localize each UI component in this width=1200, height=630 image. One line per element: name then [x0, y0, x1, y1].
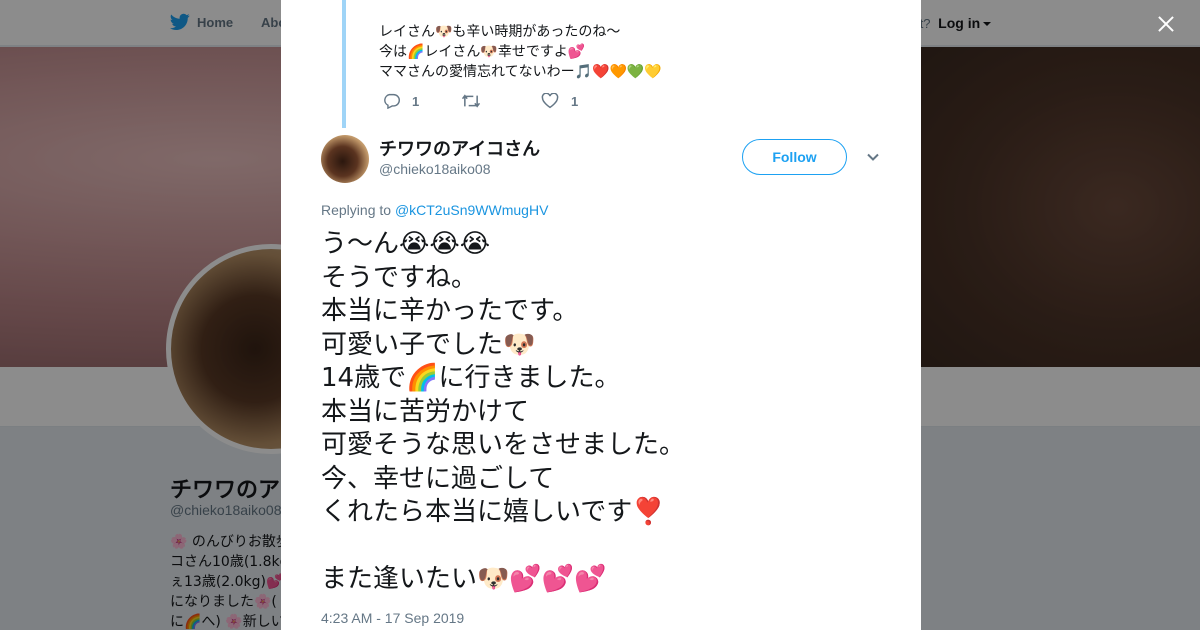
tweet-line: 本当に辛かったです。: [321, 296, 579, 326]
tweet-text: う〜ん😭😭😭 そうですね。 本当に辛かったです。 可愛い子でした🐶 14歳で🌈に…: [321, 228, 881, 597]
close-icon[interactable]: [1154, 12, 1178, 36]
tweet-line: 可愛い子でした🐶: [321, 329, 536, 360]
previous-tweet-line: レイさん🐶も辛い時期があったのね〜: [379, 24, 621, 40]
previous-tweet-text: レイさん🐶も辛い時期があったのね〜 今は🌈レイさん🐶幸せですよ💕 ママさんの愛情…: [379, 22, 662, 82]
reply-icon: [384, 93, 400, 109]
previous-tweet-line: ママさんの愛情忘れてないわー🎵❤️🧡💚💛: [379, 64, 662, 80]
reply-count: 1: [412, 93, 420, 109]
author-avatar[interactable]: [321, 135, 369, 183]
reply-button[interactable]: 1: [383, 93, 461, 109]
replying-to: Replying to @kCT2uSn9WWmugHV: [321, 202, 548, 218]
tweet-line: 本当に苦労かけて: [321, 396, 530, 427]
tweet-line: 可愛そうな思いをさせました。: [321, 430, 686, 460]
tweet-line: くれたら本当に嬉しいです❣️: [321, 497, 665, 527]
tweet-line: 14歳で🌈に行きました。: [321, 363, 621, 393]
author-handle[interactable]: @chieko18aiko08: [379, 161, 491, 177]
thread-connector-line: [342, 0, 346, 128]
previous-tweet-line: 今は🌈レイさん🐶幸せですよ💕: [379, 44, 586, 60]
tweet-timestamp[interactable]: 4:23 AM - 17 Sep 2019: [321, 610, 464, 626]
author-name[interactable]: チワワのアイコさん: [379, 135, 540, 161]
like-count: 1: [571, 93, 579, 109]
retweet-icon: [461, 94, 481, 108]
tweet-line: う〜ん😭😭😭: [321, 229, 491, 259]
tweet-line: そうですね。: [321, 262, 478, 293]
retweet-button[interactable]: [461, 93, 541, 109]
tweet-modal: レイさん🐶も辛い時期があったのね〜 今は🌈レイさん🐶幸せですよ💕 ママさんの愛情…: [281, 0, 921, 630]
replying-to-link[interactable]: @kCT2uSn9WWmugHV: [395, 202, 548, 218]
tweet-line: また逢いたい🐶💕💕💕: [321, 564, 607, 594]
replying-prefix: Replying to: [321, 202, 392, 218]
like-button[interactable]: 1: [541, 93, 578, 109]
follow-button[interactable]: Follow: [742, 139, 847, 175]
chevron-down-icon[interactable]: [866, 150, 880, 164]
previous-tweet-actions: 1 1: [383, 93, 578, 109]
like-heart-icon: [541, 93, 559, 109]
tweet-line: 今、幸せに過ごして: [321, 463, 555, 494]
